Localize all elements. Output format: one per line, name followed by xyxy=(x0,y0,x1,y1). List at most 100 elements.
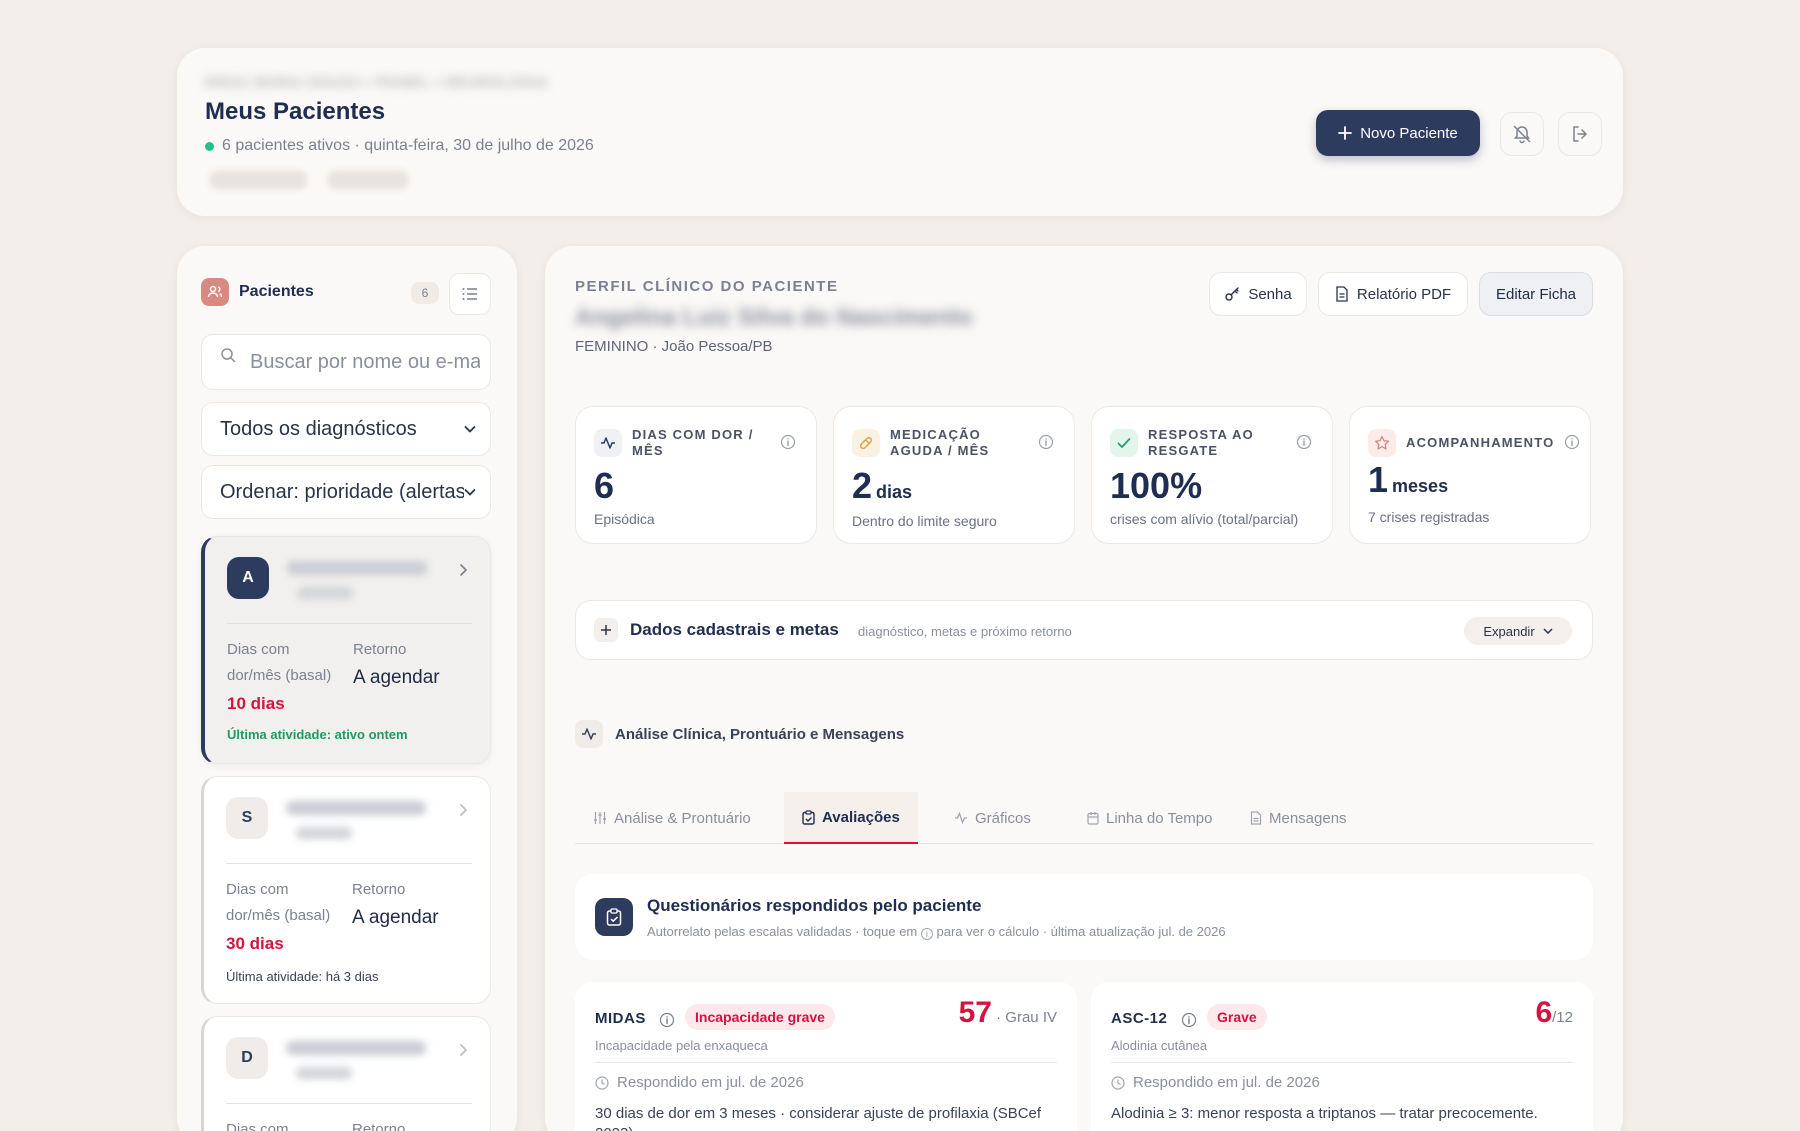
stat-note: Episódica xyxy=(594,511,655,527)
score-card-midas[interactable]: MIDAS Incapacidade grave 57 · Grau IV In… xyxy=(575,982,1077,1131)
notifications-off-button[interactable] xyxy=(1500,112,1544,156)
star-icon xyxy=(1368,429,1396,457)
document-icon xyxy=(1336,286,1348,302)
stat-value: 100% xyxy=(1110,465,1203,506)
info-icon[interactable] xyxy=(1296,434,1312,450)
return-label: Retorno xyxy=(352,881,406,898)
expand-button[interactable]: Expandir xyxy=(1464,617,1572,645)
sidebar-title: Pacientes xyxy=(239,283,314,300)
diagnosis-filter-select[interactable]: Todos os diagnósticos xyxy=(201,402,491,456)
last-activity: Última atividade: ativo ontem xyxy=(227,727,408,742)
pain-days-label: Dias com dor/mês (basal) xyxy=(226,881,331,924)
chevron-down-icon xyxy=(1543,628,1553,634)
calendar-icon xyxy=(1087,812,1099,825)
pain-days-label: Dias com xyxy=(226,1121,289,1131)
tab-charts[interactable]: Gráficos xyxy=(936,792,1049,844)
patient-name-blurred xyxy=(286,801,426,815)
score-value: 57 · Grau IV xyxy=(958,996,1057,1029)
page-header: DR(A) MARIA SOUZA • PAINEL • NEUROLOGIA … xyxy=(177,48,1623,216)
sidebar-header: Pacientes xyxy=(201,278,314,306)
questionnaires-banner: Questionários respondidos pelo paciente … xyxy=(575,874,1593,960)
password-button[interactable]: Senha xyxy=(1209,272,1307,316)
pdf-report-button[interactable]: Relatório PDF xyxy=(1318,272,1468,316)
info-icon[interactable] xyxy=(1181,1012,1197,1028)
avatar: D xyxy=(226,1037,268,1079)
tab-assessments[interactable]: Avaliações xyxy=(784,792,918,844)
edit-record-button[interactable]: Editar Ficha xyxy=(1479,272,1593,316)
analysis-section-header: Análise Clínica, Prontuário e Mensagens xyxy=(575,720,904,748)
patient-card[interactable]: S Dias com dor/mês (basal) Retorno A age… xyxy=(201,776,491,1004)
stat-note: Dentro do limite seguro xyxy=(852,513,997,529)
stat-value: 1 meses xyxy=(1368,459,1449,500)
logout-button[interactable] xyxy=(1558,112,1602,156)
severity-badge: Incapacidade grave xyxy=(685,1004,835,1030)
chevron-down-icon xyxy=(464,488,476,496)
stat-value: 2 dias xyxy=(852,465,913,506)
activity-icon xyxy=(594,429,622,457)
return-label: Retorno xyxy=(352,1121,406,1131)
patient-name-blurred xyxy=(287,561,427,575)
info-icon[interactable] xyxy=(1564,434,1580,450)
patient-count-badge: 6 xyxy=(411,282,439,304)
sort-select[interactable]: Ordenar: prioridade (alertas) xyxy=(201,465,491,519)
return-value: A agendar xyxy=(352,907,439,928)
patients-sidebar: Pacientes 6 Todos os diagnósticos Ordena… xyxy=(177,246,517,1131)
pill-icon xyxy=(852,429,880,457)
chevron-right-icon xyxy=(459,1043,468,1057)
new-patient-button[interactable]: Novo Paciente xyxy=(1316,110,1480,156)
tab-messages[interactable]: Mensagens xyxy=(1232,792,1365,844)
score-value: 6/12 xyxy=(1535,996,1573,1029)
registration-data-collapsible[interactable]: Dados cadastrais e metas diagnóstico, me… xyxy=(575,600,1593,660)
search-input[interactable] xyxy=(250,350,480,374)
info-icon: i xyxy=(920,928,933,940)
clock-icon xyxy=(1111,1075,1125,1090)
stat-value: 6 xyxy=(594,465,615,506)
stat-card-followup: ACOMPANHAMENTO 1 meses 7 crises registrad… xyxy=(1349,406,1591,544)
patient-card[interactable]: A Dias com dor/mês (basal) Retorno A age… xyxy=(201,536,491,764)
clock-icon xyxy=(595,1075,609,1090)
list-icon xyxy=(462,288,477,300)
chevron-right-icon xyxy=(459,563,468,577)
return-value: A agendar xyxy=(353,667,440,688)
chevron-down-icon xyxy=(464,425,476,433)
info-icon[interactable] xyxy=(659,1012,675,1028)
stat-card-rescue-response: RESPOSTA AO RESGATE 100% crises com alív… xyxy=(1091,406,1333,544)
breadcrumb: DR(A) MARIA SOUZA • PAINEL • NEUROLOGIA xyxy=(205,74,549,90)
patient-card[interactable]: D Dias com Retorno xyxy=(201,1016,491,1131)
info-icon[interactable] xyxy=(780,434,796,450)
pain-days-value: 30 dias xyxy=(226,934,284,953)
tab-analysis-record[interactable]: Análise & Prontuário xyxy=(575,792,769,844)
plus-icon xyxy=(594,618,618,642)
clipboard-check-icon xyxy=(595,898,633,936)
header-chips xyxy=(209,170,409,190)
score-card-asc12[interactable]: ASC-12 Grave 6/12 Alodinia cutânea Respo… xyxy=(1091,982,1593,1131)
pain-days-label: Dias com dor/mês (basal) xyxy=(227,641,332,684)
patient-search xyxy=(201,334,491,390)
key-icon xyxy=(1225,287,1240,301)
profile-eyebrow: PERFIL CLÍNICO DO PACIENTE xyxy=(575,278,839,295)
stat-card-pain-days: DIAS COM DOR / MÊS 6 Episódica xyxy=(575,406,817,544)
search-icon xyxy=(221,348,236,363)
document-icon xyxy=(1250,811,1262,825)
patient-subtitle: FEMININO · João Pessoa/PB xyxy=(575,338,773,355)
stat-note: 7 crises registradas xyxy=(1368,509,1490,525)
bell-off-icon xyxy=(1513,125,1531,144)
sliders-icon xyxy=(594,812,606,824)
info-icon[interactable] xyxy=(1038,434,1054,450)
stat-note: crises com alívio (total/parcial) xyxy=(1110,511,1299,527)
logout-icon xyxy=(1573,126,1587,142)
tab-timeline[interactable]: Linha do Tempo xyxy=(1069,792,1230,844)
patient-profile-panel: PERFIL CLÍNICO DO PACIENTE Angelina Luiz… xyxy=(545,246,1623,1131)
status-dot-icon xyxy=(205,141,214,151)
last-activity: Última atividade: há 3 dias xyxy=(226,969,379,984)
analysis-tabs: Análise & Prontuário Avaliações Gráficos… xyxy=(575,792,1593,844)
users-icon xyxy=(201,278,229,306)
page-subtitle: 6 pacientes ativos · quinta-feira, 30 de… xyxy=(205,137,594,155)
activity-icon xyxy=(575,720,603,748)
return-label: Retorno xyxy=(353,641,407,658)
patient-name-blurred xyxy=(286,1041,426,1055)
list-view-button[interactable] xyxy=(449,273,491,315)
plus-icon xyxy=(1338,126,1353,140)
page-title: Meus Pacientes xyxy=(205,98,386,125)
stat-card-acute-medication: MEDICAÇÃO AGUDA / MÊS 2 dias Dentro do li… xyxy=(833,406,1075,544)
